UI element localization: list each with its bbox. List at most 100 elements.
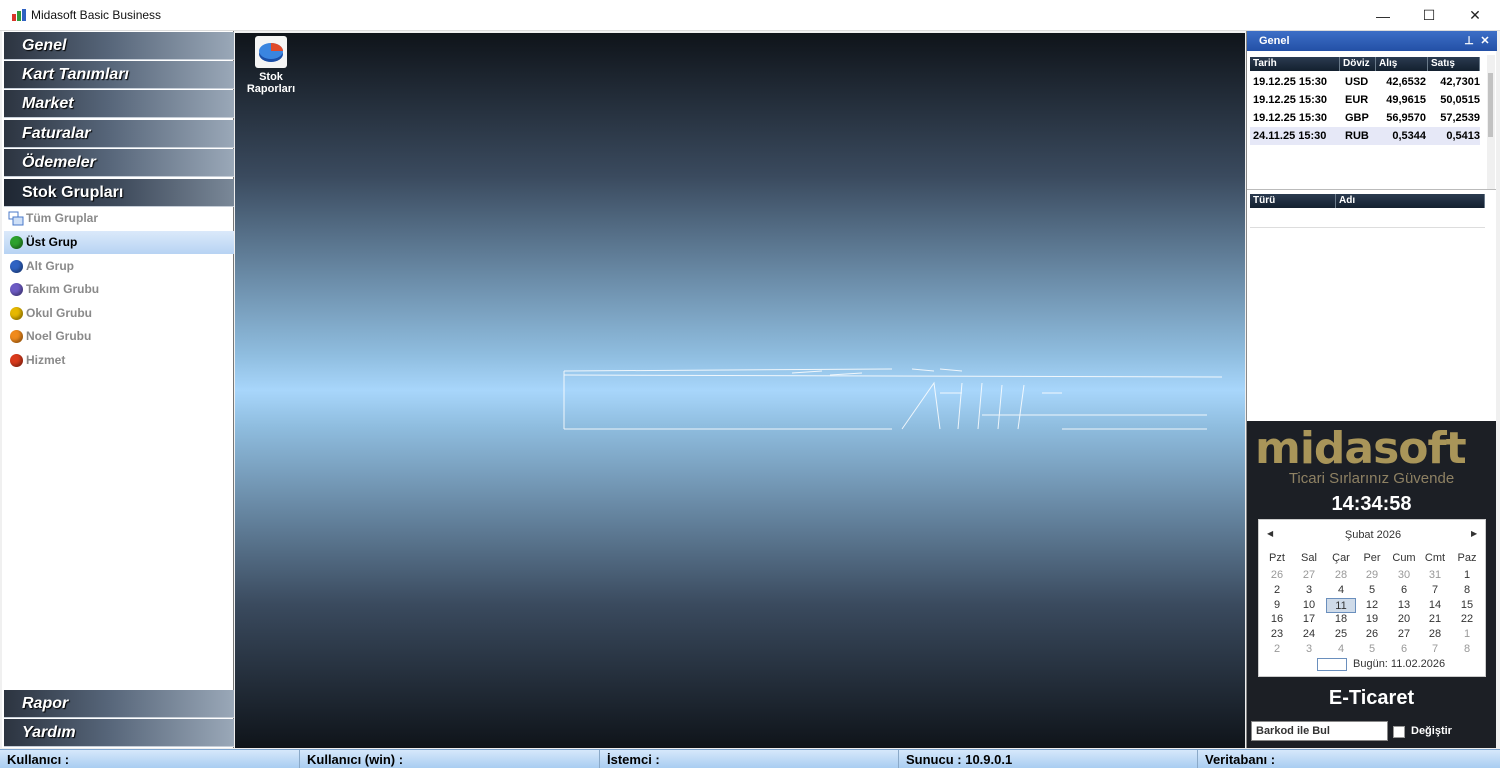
- clock: 14:34:58: [1331, 493, 1412, 515]
- calendar-day[interactable]: 6: [1389, 642, 1419, 657]
- pin-icon[interactable]: ⊥: [1462, 31, 1476, 51]
- calendar-day[interactable]: 23: [1262, 627, 1292, 642]
- degistir-label: Değiştir: [1411, 725, 1452, 737]
- calendar-day[interactable]: 3: [1294, 583, 1324, 598]
- calendar-day[interactable]: 7: [1420, 583, 1450, 598]
- calendar-dow: Cum: [1392, 552, 1416, 564]
- calendar-day[interactable]: 31: [1420, 568, 1450, 583]
- calendar-day[interactable]: 30: [1389, 568, 1419, 583]
- stok-raporlari-shortcut[interactable]: Stok Raporları: [235, 33, 307, 99]
- calendar-day[interactable]: 12: [1357, 598, 1387, 613]
- group-item-takim-grubu[interactable]: Takım Grubu: [4, 278, 234, 301]
- col-tarih[interactable]: Tarih: [1250, 57, 1340, 71]
- panel-close-icon[interactable]: ✕: [1478, 31, 1492, 51]
- calendar-day[interactable]: 28: [1326, 568, 1356, 583]
- status-kullanici: Kullanıcı :: [0, 750, 300, 768]
- calendar-day[interactable]: 2: [1262, 642, 1292, 657]
- calendar-day[interactable]: 28: [1420, 627, 1450, 642]
- pie-chart-icon: [255, 36, 287, 68]
- nav-faturalar[interactable]: Faturalar: [4, 120, 234, 148]
- minimize-icon: —: [1376, 7, 1390, 24]
- calendar-day[interactable]: 10: [1294, 598, 1324, 613]
- group-label: Tüm Gruplar: [26, 211, 99, 225]
- col-adi[interactable]: Adı: [1336, 194, 1485, 208]
- calendar-month[interactable]: Şubat 2026: [1259, 529, 1487, 541]
- calendar-day[interactable]: 18: [1326, 612, 1356, 627]
- calendar-day[interactable]: 21: [1420, 612, 1450, 627]
- list-empty-row: [1250, 208, 1485, 228]
- calendar-day[interactable]: 7: [1420, 642, 1450, 657]
- group-item-tum-gruplar[interactable]: Tüm Gruplar: [4, 207, 234, 230]
- calendar-day[interactable]: 3: [1294, 642, 1324, 657]
- calendar-day[interactable]: 14: [1420, 598, 1450, 613]
- minimize-button[interactable]: —: [1360, 0, 1406, 31]
- calendar-day[interactable]: 26: [1357, 627, 1387, 642]
- calendar-day[interactable]: 8: [1452, 642, 1482, 657]
- calendar-day[interactable]: 5: [1357, 642, 1387, 657]
- rate-row-eur[interactable]: 19.12.25 15:30 EUR 49,9615 50,0515: [1250, 91, 1480, 109]
- calendar-day[interactable]: 6: [1389, 583, 1419, 598]
- group-label: Hizmet: [26, 353, 66, 367]
- rate-row-rub[interactable]: 24.11.25 15:30 RUB 0,5344 0,5413: [1250, 127, 1480, 145]
- close-icon: ✕: [1469, 7, 1481, 23]
- nav-stok-gruplari[interactable]: Stok Grupları: [4, 179, 234, 207]
- rate-row-usd[interactable]: 19.12.25 15:30 USD 42,6532 42,7301: [1250, 73, 1480, 91]
- group-item-hizmet[interactable]: Hizmet: [4, 349, 234, 372]
- calendar-day[interactable]: 9: [1262, 598, 1292, 613]
- calendar-today[interactable]: Bugün: 11.02.2026: [1317, 658, 1467, 672]
- calendar-day[interactable]: 8: [1452, 583, 1482, 598]
- calendar-day[interactable]: 19: [1357, 612, 1387, 627]
- calendar-day[interactable]: 2: [1262, 583, 1292, 598]
- red-dot-icon: [10, 354, 23, 367]
- calendar-day[interactable]: 24: [1294, 627, 1324, 642]
- calendar-day[interactable]: 22: [1452, 612, 1482, 627]
- group-item-ust-grup[interactable]: Üst Grup: [4, 231, 234, 254]
- nav-odemeler[interactable]: Ödemeler: [4, 149, 234, 177]
- purple-dot-icon: [10, 283, 23, 296]
- calendar-day[interactable]: 16: [1262, 612, 1292, 627]
- degistir-checkbox[interactable]: [1393, 726, 1405, 738]
- calendar-day[interactable]: 11: [1326, 597, 1356, 613]
- next-month-icon[interactable]: ▶: [1471, 529, 1477, 538]
- col-satis[interactable]: Satış: [1428, 57, 1480, 71]
- calendar-day[interactable]: 4: [1326, 642, 1356, 657]
- rate-row-gbp[interactable]: 19.12.25 15:30 GBP 56,9570 57,2539: [1250, 109, 1480, 127]
- window-title: Midasoft Basic Business: [31, 8, 162, 22]
- calendar-day[interactable]: 5: [1357, 583, 1387, 598]
- col-alis[interactable]: Alış: [1376, 57, 1428, 71]
- calendar-day[interactable]: 26: [1262, 568, 1292, 583]
- calendar-dow: Sal: [1301, 552, 1317, 564]
- nav-market[interactable]: Market: [4, 90, 234, 118]
- calendar-day[interactable]: 20: [1389, 612, 1419, 627]
- group-item-okul-grubu[interactable]: Okul Grubu: [4, 302, 234, 325]
- app-logo-icon: [12, 9, 26, 21]
- calendar-day[interactable]: 1: [1452, 627, 1482, 642]
- nav-kart-tanimlari[interactable]: Kart Tanımları: [4, 61, 234, 89]
- group-item-noel-grubu[interactable]: Noel Grubu: [4, 325, 234, 348]
- calendar-day[interactable]: 1: [1452, 568, 1482, 583]
- maximize-button[interactable]: ☐: [1406, 0, 1452, 31]
- stok-label-line1: Stok: [259, 71, 283, 83]
- calendar-day[interactable]: 25: [1326, 627, 1356, 642]
- calendar-day[interactable]: 13: [1389, 598, 1419, 613]
- calendar-day[interactable]: 15: [1452, 598, 1482, 613]
- col-turu[interactable]: Türü: [1250, 194, 1336, 208]
- group-item-alt-grup[interactable]: Alt Grup: [4, 255, 234, 278]
- nav-yardim[interactable]: Yardım: [4, 719, 234, 747]
- close-button[interactable]: ✕: [1452, 0, 1498, 31]
- calendar-day[interactable]: 17: [1294, 612, 1324, 627]
- calendar-day[interactable]: 29: [1357, 568, 1387, 583]
- status-sunucu: Sunucu : 10.9.0.1: [899, 750, 1198, 768]
- barkod-search-input[interactable]: Barkod ile Bul: [1251, 721, 1388, 741]
- rates-scrollbar[interactable]: [1487, 55, 1495, 189]
- calendar-day[interactable]: 27: [1294, 568, 1324, 583]
- calendar-day[interactable]: 27: [1389, 627, 1419, 642]
- yellow-dot-icon: [10, 307, 23, 320]
- col-doviz[interactable]: Döviz: [1340, 57, 1376, 71]
- nav-genel[interactable]: Genel: [4, 32, 234, 60]
- today-label: Bugün: 11.02.2026: [1353, 658, 1446, 670]
- calendar-day[interactable]: 4: [1326, 583, 1356, 598]
- scrollbar-thumb[interactable]: [1488, 73, 1493, 137]
- status-veritabani: Veritabanı :: [1205, 752, 1276, 767]
- nav-rapor[interactable]: Rapor: [4, 690, 234, 718]
